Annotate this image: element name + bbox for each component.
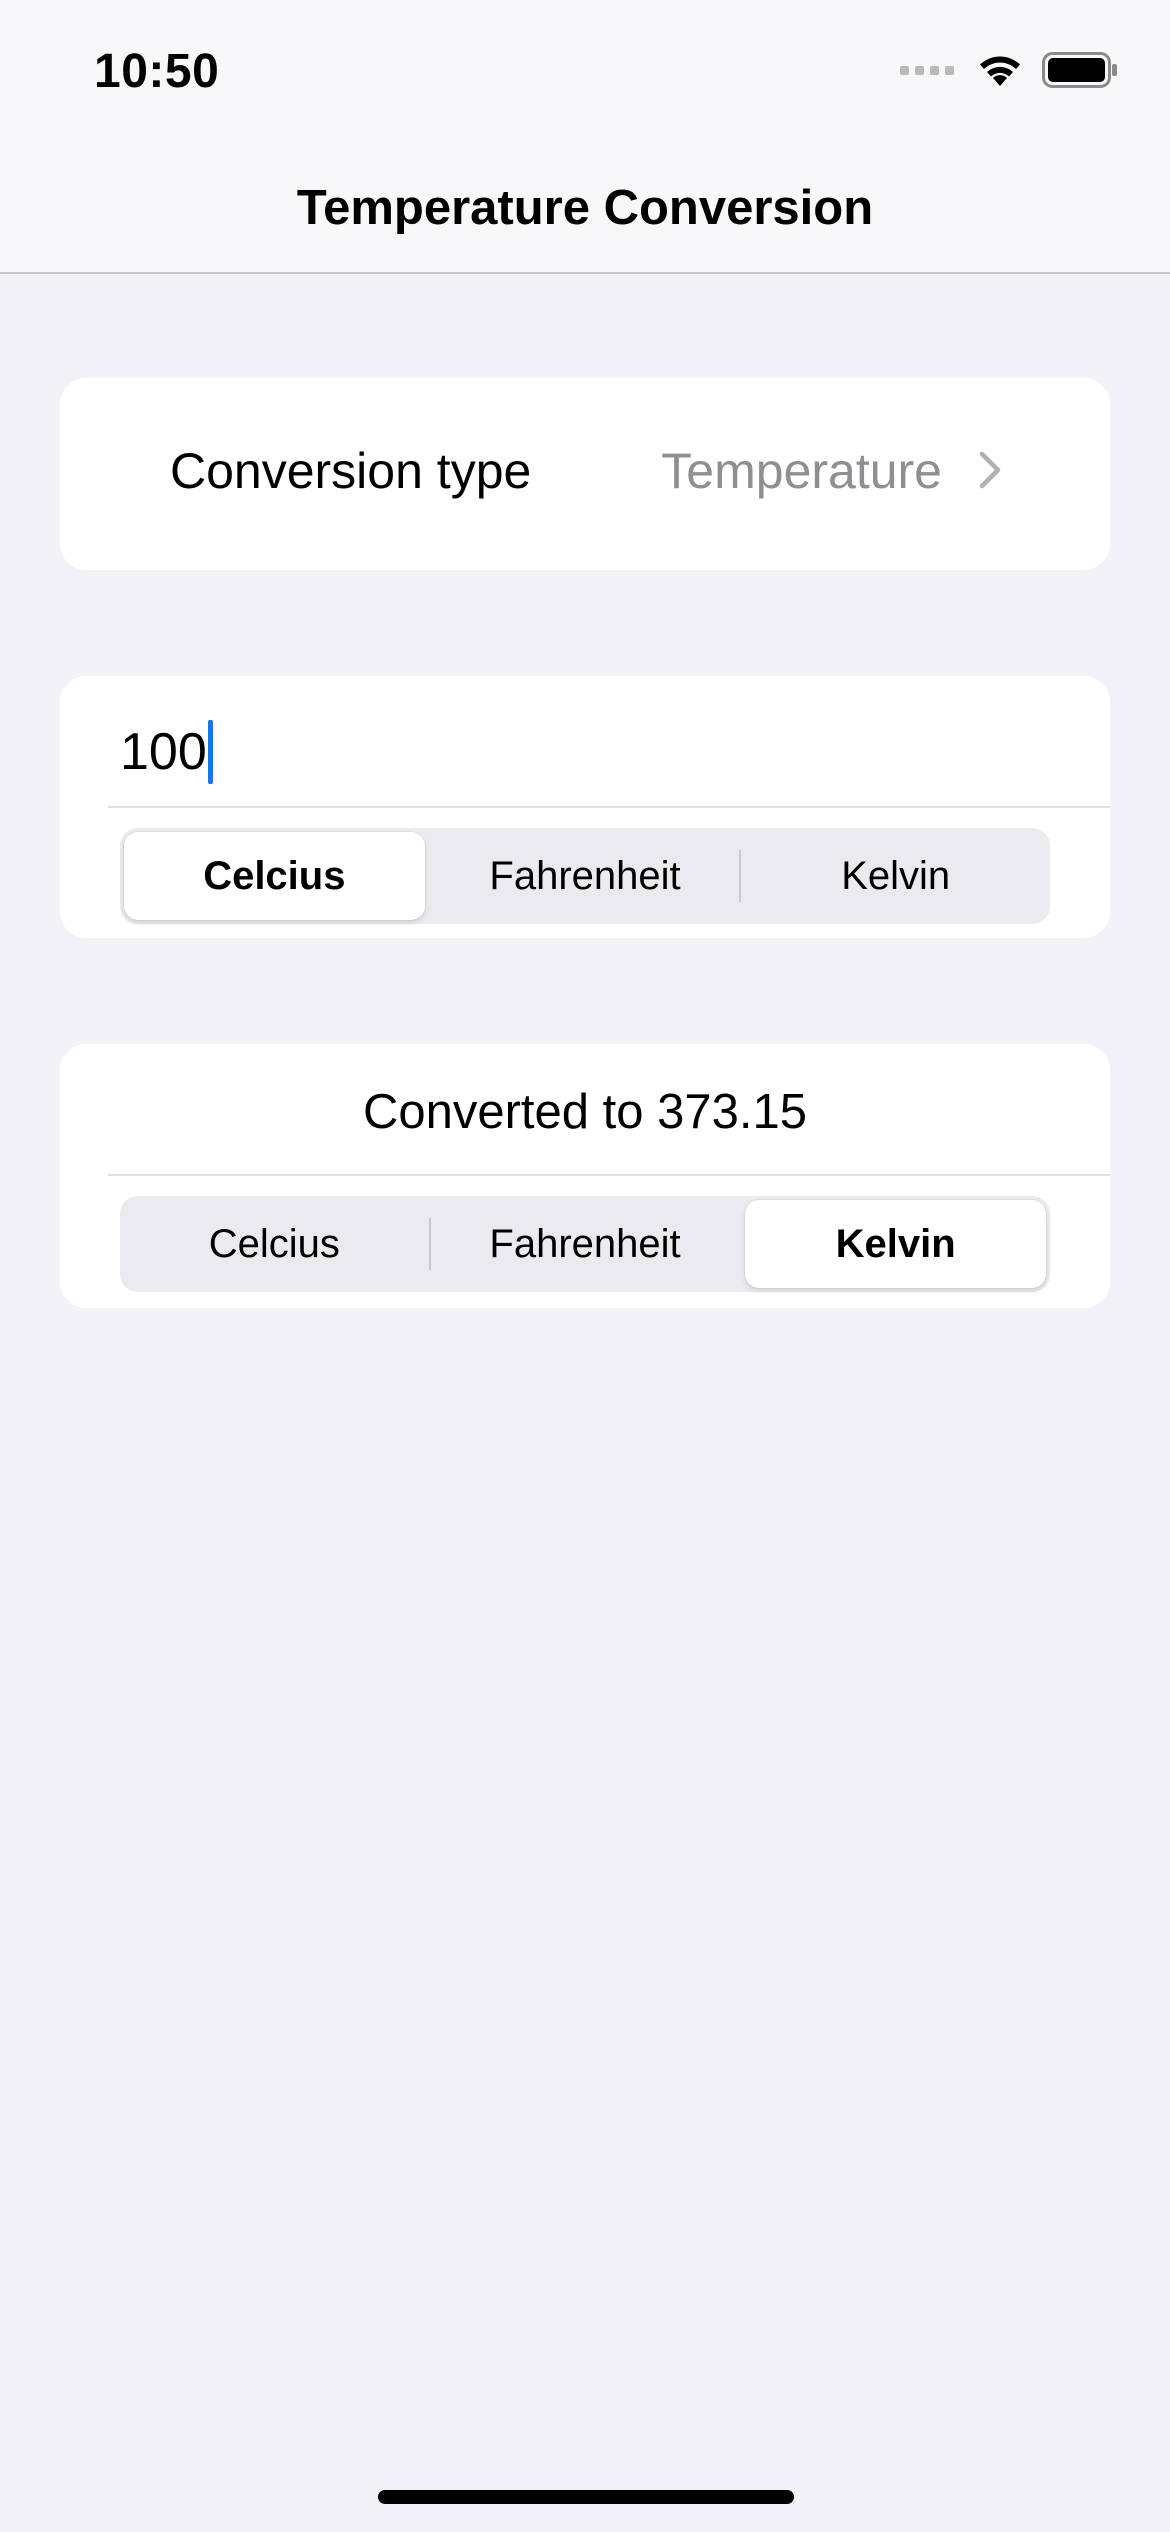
- status-icons: [900, 52, 1118, 88]
- signal-icon: [900, 65, 954, 75]
- text-caret: [207, 720, 213, 784]
- converted-value: Converted to 373.15: [362, 1085, 808, 1139]
- input-unit-celcius[interactable]: Celcius: [124, 832, 425, 920]
- output-unit-celcius[interactable]: Celcius: [124, 1200, 425, 1288]
- value-input[interactable]: 100: [120, 712, 1060, 792]
- input-unit-fahrenheit[interactable]: Fahrenheit: [435, 832, 736, 920]
- status-time: 10:50: [94, 45, 220, 98]
- output-unit-fahrenheit[interactable]: Fahrenheit: [435, 1200, 736, 1288]
- divider: [108, 1174, 1110, 1176]
- output-section: Converted to 373.15 Celcius Fahrenheit K…: [60, 1044, 1110, 1308]
- input-value: 100: [120, 723, 207, 781]
- page-title: Temperature Conversion: [296, 181, 874, 235]
- navigation-bar: 10:50 Temperature Conversion: [0, 0, 1170, 274]
- input-section: 100 Celcius Fahrenheit Kelvin: [60, 676, 1110, 938]
- home-indicator[interactable]: [378, 2490, 794, 2504]
- divider: [108, 806, 1110, 808]
- wifi-icon: [980, 56, 1020, 86]
- output-unit-picker[interactable]: Celcius Fahrenheit Kelvin: [120, 1196, 1050, 1292]
- input-unit-kelvin[interactable]: Kelvin: [745, 832, 1046, 920]
- output-unit-kelvin[interactable]: Kelvin: [745, 1200, 1047, 1288]
- conversion-type-label: Conversion type: [170, 443, 532, 499]
- battery-icon: [1042, 52, 1117, 88]
- input-unit-picker[interactable]: Celcius Fahrenheit Kelvin: [120, 828, 1050, 924]
- segment-separator: [428, 1218, 431, 1270]
- conversion-type-row[interactable]: Conversion type Temperature: [60, 378, 1110, 570]
- segment-separator: [739, 850, 742, 902]
- chevron-right-icon: [979, 451, 1001, 489]
- conversion-type-value: Temperature: [661, 443, 942, 499]
